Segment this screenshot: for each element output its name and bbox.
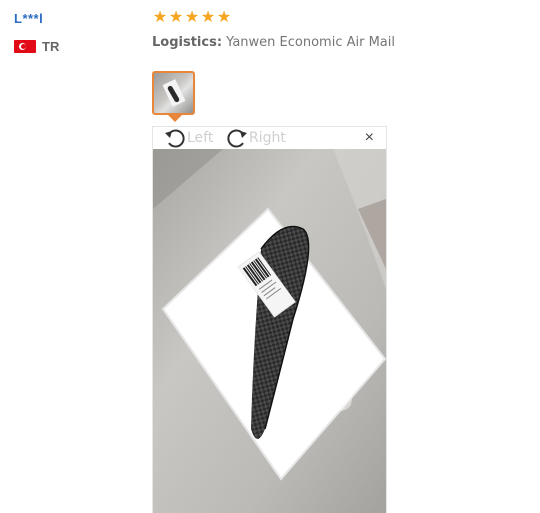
rotate-right-icon xyxy=(227,129,247,148)
logistics-info: Logistics: Yanwen Economic Air Mail xyxy=(152,35,532,50)
star-icon: ★ xyxy=(200,9,216,26)
country-code: TR xyxy=(42,38,60,54)
review-item: L***l TR ★ ★ ★ ★ ★ Logistics: Yanwen Eco… xyxy=(0,0,540,513)
close-icon[interactable]: × xyxy=(365,129,374,147)
rotate-left-button[interactable]: Left xyxy=(163,127,213,149)
star-icon: ★ xyxy=(184,9,200,26)
reviewer-country: TR xyxy=(14,38,134,54)
logistics-value: Yanwen Economic Air Mail xyxy=(226,35,395,50)
rotate-left-icon xyxy=(165,129,185,148)
star-icon: ★ xyxy=(168,9,184,26)
thumbnail-pointer xyxy=(168,115,182,122)
rotate-right-button[interactable]: Right xyxy=(225,127,286,149)
review-photo xyxy=(153,149,386,513)
photo-viewer: Left Right × xyxy=(152,126,387,513)
star-rating: ★ ★ ★ ★ ★ xyxy=(152,8,532,28)
viewer-toolbar: Left Right × xyxy=(153,127,386,149)
review-content: ★ ★ ★ ★ ★ Logistics: Yanwen Economic Air… xyxy=(152,8,532,50)
rotate-left-label: Left xyxy=(187,130,214,146)
reviewer-info: L***l TR xyxy=(14,10,134,54)
review-photo-thumbnail[interactable] xyxy=(152,71,195,115)
reviewer-name: L***l xyxy=(14,11,44,26)
star-icon: ★ xyxy=(216,9,232,26)
rotate-right-label: Right xyxy=(249,130,286,146)
star-icon: ★ xyxy=(152,9,168,26)
review-photo-image xyxy=(153,149,386,513)
turkey-flag-icon xyxy=(14,39,36,53)
logistics-label: Logistics: xyxy=(152,35,223,50)
